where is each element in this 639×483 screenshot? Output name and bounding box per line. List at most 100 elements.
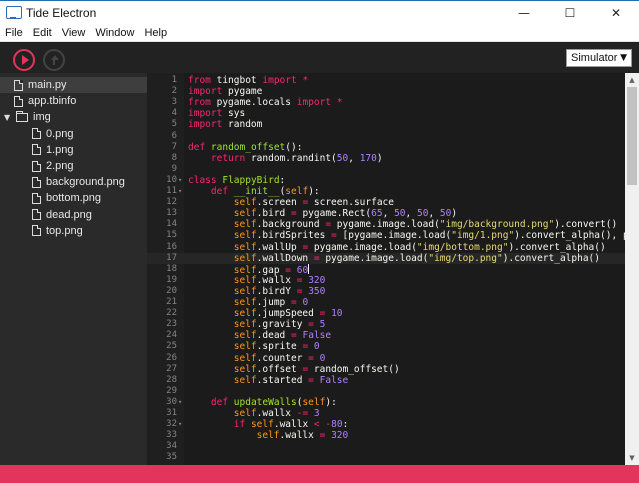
code-line[interactable]: 4 import sys	[147, 108, 625, 119]
code-line[interactable]: 9	[147, 164, 625, 175]
code-line[interactable]: 28 self.started = False	[147, 375, 625, 386]
code-line[interactable]: 22 self.jumpSpeed = 10	[147, 308, 625, 319]
line-number: 12	[166, 197, 177, 208]
target-device-select[interactable]: Simulator ▼	[566, 49, 632, 67]
line-number: 20	[166, 285, 177, 296]
code-editor[interactable]: 1 from tingbot import * 2 import pygame 3 fro…	[147, 73, 625, 465]
fold-arrow-icon[interactable]: ▾	[178, 186, 184, 197]
code-text: self.birdY = 350	[233, 285, 326, 297]
tree-file-item[interactable]: top.png	[0, 223, 147, 239]
target-device-value: Simulator	[571, 52, 618, 64]
code-line[interactable]: 23 self.gravity = 5	[147, 319, 625, 330]
menu-edit[interactable]: Edit	[28, 27, 57, 39]
tree-file-item[interactable]: dead.png	[0, 207, 147, 223]
tree-file-item[interactable]: background.png	[0, 174, 147, 190]
code-line[interactable]: 2 import pygame	[147, 86, 625, 97]
file-icon	[32, 128, 41, 140]
tree-file-item[interactable]: bottom.png	[0, 190, 147, 206]
line-number: 16	[166, 241, 177, 252]
tree-file-item[interactable]: app.tbinfo	[0, 93, 147, 109]
code-line[interactable]: 29	[147, 386, 625, 397]
code-line[interactable]: 20 self.birdY = 350	[147, 286, 625, 297]
code-line[interactable]: 7 def random_offset():	[147, 142, 625, 153]
code-line[interactable]: 34	[147, 441, 625, 452]
upload-button[interactable]	[43, 49, 65, 71]
tree-file-item[interactable]: 0.png	[0, 126, 147, 142]
code-line[interactable]: 18 self.gap = 60	[147, 263, 625, 276]
tree-file-item[interactable]: 2.png	[0, 158, 147, 174]
fold-arrow-icon[interactable]: ▾	[178, 419, 184, 430]
line-number: 14	[166, 219, 177, 230]
code-line[interactable]: 26 self.counter = 0	[147, 353, 625, 364]
line-number: 34	[166, 441, 177, 452]
code-text: self.wallUp = pygame.image.load("img/bot…	[233, 241, 606, 253]
code-line[interactable]: 24 self.dead = False	[147, 330, 625, 341]
line-number: 21	[166, 297, 177, 307]
file-icon	[32, 192, 41, 204]
minimize-button[interactable]: —	[501, 1, 547, 25]
code-text: self.bird = pygame.Rect(65, 50, 50, 50)	[233, 208, 458, 220]
code-text: self.sprite = 0	[233, 341, 320, 353]
code-line[interactable]: 16 self.wallUp = pygame.image.load("img/…	[147, 242, 625, 253]
code-line[interactable]: 14 self.background = pygame.image.load("…	[147, 219, 625, 230]
maximize-button[interactable]: ☐	[547, 1, 593, 25]
line-number: 29	[166, 385, 177, 396]
editor-scrollbar[interactable]: ▲ ▼	[625, 73, 639, 465]
upload-stem-icon	[53, 60, 55, 65]
code-line[interactable]: 30 ▾ def updateWalls(self):	[147, 397, 625, 408]
run-button[interactable]	[13, 49, 35, 71]
code-text: if self.wallx < -80:	[233, 419, 349, 431]
code-line[interactable]: 10 ▾ class FlappyBird:	[147, 175, 625, 186]
menu-file[interactable]: File	[0, 27, 28, 39]
code-line[interactable]: 25 self.sprite = 0	[147, 341, 625, 352]
code-text: self.jump = 0	[233, 297, 309, 308]
title-bar: Tide Electron — ☐ ✕	[0, 0, 639, 25]
line-number: 2	[171, 86, 177, 97]
menu-window[interactable]: Window	[90, 27, 139, 39]
line-number: 17	[166, 252, 177, 263]
code-line[interactable]: 6	[147, 131, 625, 142]
tree-item-label: main.py	[28, 79, 67, 91]
code-line[interactable]: 21 self.jump = 0	[147, 297, 625, 308]
code-line[interactable]: 31 self.wallx -= 3	[147, 408, 625, 419]
tree-file-item[interactable]: main.py	[0, 77, 147, 93]
code-text: self.counter = 0	[233, 352, 326, 364]
line-number: 28	[166, 374, 177, 385]
code-line[interactable]: 19 self.wallx = 320	[147, 275, 625, 286]
scroll-thumb[interactable]	[627, 87, 637, 185]
code-line[interactable]: 27 self.offset = random_offset()	[147, 364, 625, 375]
tree-file-item[interactable]: 1.png	[0, 142, 147, 158]
tree-item-label: dead.png	[46, 208, 92, 221]
code-line[interactable]: 13 self.bird = pygame.Rect(65, 50, 50, 5…	[147, 208, 625, 219]
line-number: 24	[166, 330, 177, 341]
code-line[interactable]: 33 self.wallx = 320	[147, 430, 625, 441]
scroll-up-arrow-icon[interactable]: ▲	[625, 73, 639, 87]
code-line[interactable]: 3 from pygame.locals import *	[147, 97, 625, 108]
line-number: 18	[166, 263, 177, 274]
code-line[interactable]: 32 ▾ if self.wallx < -80:	[147, 419, 625, 430]
code-text: def __init__(self):	[210, 186, 320, 197]
code-line[interactable]: 15 self.birdSprites = [pygame.image.load…	[147, 230, 625, 241]
scroll-down-arrow-icon[interactable]: ▼	[625, 451, 639, 465]
code-line[interactable]: 35	[147, 452, 625, 463]
line-number: 13	[166, 208, 177, 219]
code-line[interactable]: 12 self.screen = screen.surface	[147, 197, 625, 208]
tree-folder-item[interactable]: ▼ img	[0, 109, 147, 125]
code-line[interactable]: 11 ▾ def __init__(self):	[147, 186, 625, 197]
chevron-down-icon[interactable]: ▼	[4, 113, 14, 122]
code-line[interactable]: 1 from tingbot import *	[147, 75, 625, 86]
menu-help[interactable]: Help	[139, 27, 172, 39]
code-line[interactable]: 5 import random	[147, 119, 625, 130]
menu-bar: File Edit View Window Help	[0, 25, 639, 42]
close-button[interactable]: ✕	[593, 1, 639, 25]
line-number: 32	[166, 419, 177, 430]
line-number: 5	[171, 119, 177, 130]
line-number: 3	[171, 97, 177, 108]
fold-arrow-icon[interactable]: ▾	[178, 175, 184, 186]
file-icon	[32, 225, 41, 237]
line-number: 19	[166, 274, 177, 285]
code-line[interactable]: 17 self.wallDown = pygame.image.load("im…	[147, 252, 625, 264]
fold-arrow-icon[interactable]: ▾	[178, 397, 184, 408]
code-line[interactable]: 8 return random.randint(50, 170)	[147, 153, 625, 164]
menu-view[interactable]: View	[57, 27, 91, 39]
